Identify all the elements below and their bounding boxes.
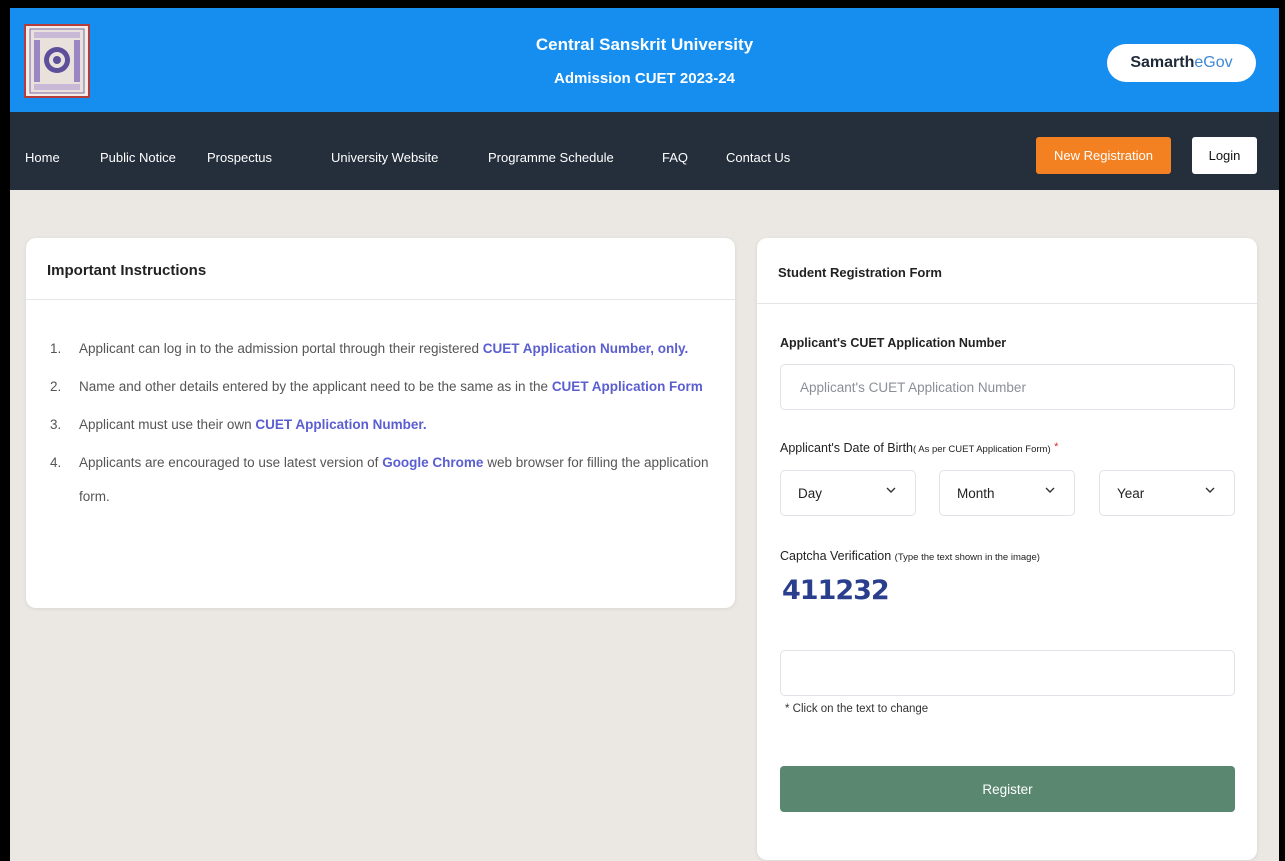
instruction-number: 4. xyxy=(50,455,62,470)
dob-day-select[interactable]: Day xyxy=(780,470,916,516)
app-number-label: Applicant's CUET Application Number xyxy=(780,336,1007,350)
instruction-highlight: CUET Application Number. xyxy=(255,417,427,432)
captcha-input[interactable] xyxy=(780,650,1235,696)
main-nav: Home Public Notice Prospectus University… xyxy=(10,112,1279,190)
page-frame: Central Sanskrit University Admission CU… xyxy=(10,8,1279,861)
instruction-highlight: CUET Application Number, only. xyxy=(482,341,689,356)
university-name: Central Sanskrit University xyxy=(535,35,754,54)
top-banner: Central Sanskrit University Admission CU… xyxy=(10,8,1279,112)
nav-university-website[interactable]: University Website xyxy=(331,150,438,165)
instructions-title: Important Instructions xyxy=(26,238,735,300)
new-registration-button[interactable]: New Registration xyxy=(1036,137,1171,174)
dob-day-value: Day xyxy=(798,486,823,501)
instructions-list: 1. Applicant can log in to the admission… xyxy=(50,332,720,518)
dob-month-select[interactable]: Month xyxy=(939,470,1075,516)
nav-public-notice[interactable]: Public Notice xyxy=(100,150,176,165)
instruction-number: 2. xyxy=(50,379,62,394)
registration-form-title: Student Registration Form xyxy=(757,238,1257,304)
instruction-item: 4. Applicants are encouraged to use late… xyxy=(50,446,720,514)
nav-home[interactable]: Home xyxy=(25,150,60,165)
instruction-text: Applicant must use their own xyxy=(79,417,256,432)
chevron-down-icon xyxy=(1044,484,1056,499)
nav-faq[interactable]: FAQ xyxy=(662,150,688,165)
instruction-text: Name and other details entered by the ap… xyxy=(79,379,552,394)
admission-title: Admission CUET 2023-24 xyxy=(554,70,735,87)
registration-form-card: Student Registration Form Applicant's CU… xyxy=(757,238,1257,860)
nav-contact-us[interactable]: Contact Us xyxy=(726,150,790,165)
brand-samarth: Samarth xyxy=(1130,54,1195,71)
instruction-number: 3. xyxy=(50,417,62,432)
captcha-label: Captcha Verification xyxy=(780,549,892,563)
instruction-item: 3. Applicant must use their own CUET App… xyxy=(50,408,720,442)
instruction-text: Applicants are encouraged to use latest … xyxy=(79,455,383,470)
login-button[interactable]: Login xyxy=(1192,137,1257,174)
dob-year-select[interactable]: Year xyxy=(1099,470,1235,516)
brand-egov: eGov xyxy=(1194,54,1233,71)
nav-prospectus[interactable]: Prospectus xyxy=(207,150,272,165)
captcha-label-row: Captcha Verification (Type the text show… xyxy=(780,549,1040,563)
dob-note: ( As per CUET Application Form) xyxy=(913,444,1051,455)
instruction-text: Applicant can log in to the admission po… xyxy=(79,341,483,356)
required-mark: * xyxy=(1054,441,1059,453)
dob-label-row: Applicant's Date of Birth( As per CUET A… xyxy=(780,441,1058,455)
app-number-input[interactable]: Applicant's CUET Application Number xyxy=(780,364,1235,410)
app-number-placeholder: Applicant's CUET Application Number xyxy=(800,379,1026,395)
dob-month-value: Month xyxy=(957,486,995,501)
dob-year-value: Year xyxy=(1117,486,1145,501)
dob-label: Applicant's Date of Birth xyxy=(780,441,914,455)
samarth-egov-logo[interactable]: Samarth eGov xyxy=(1107,44,1256,82)
instruction-number: 1. xyxy=(50,341,62,356)
register-button[interactable]: Register xyxy=(780,766,1235,812)
chevron-down-icon xyxy=(1204,484,1216,499)
instruction-highlight[interactable]: Google Chrome xyxy=(382,455,483,470)
captcha-image[interactable]: 411232 xyxy=(782,575,890,606)
instruction-highlight: CUET Application Form xyxy=(551,379,703,394)
captcha-hint: * Click on the text to change xyxy=(785,703,929,715)
captcha-note: (Type the text shown in the image) xyxy=(894,552,1040,563)
nav-programme-schedule[interactable]: Programme Schedule xyxy=(488,150,614,165)
instruction-item: 1. Applicant can log in to the admission… xyxy=(50,332,720,366)
instructions-card: Important Instructions 1. Applicant can … xyxy=(26,238,735,608)
chevron-down-icon xyxy=(885,484,897,499)
instruction-item: 2. Name and other details entered by the… xyxy=(50,370,720,404)
